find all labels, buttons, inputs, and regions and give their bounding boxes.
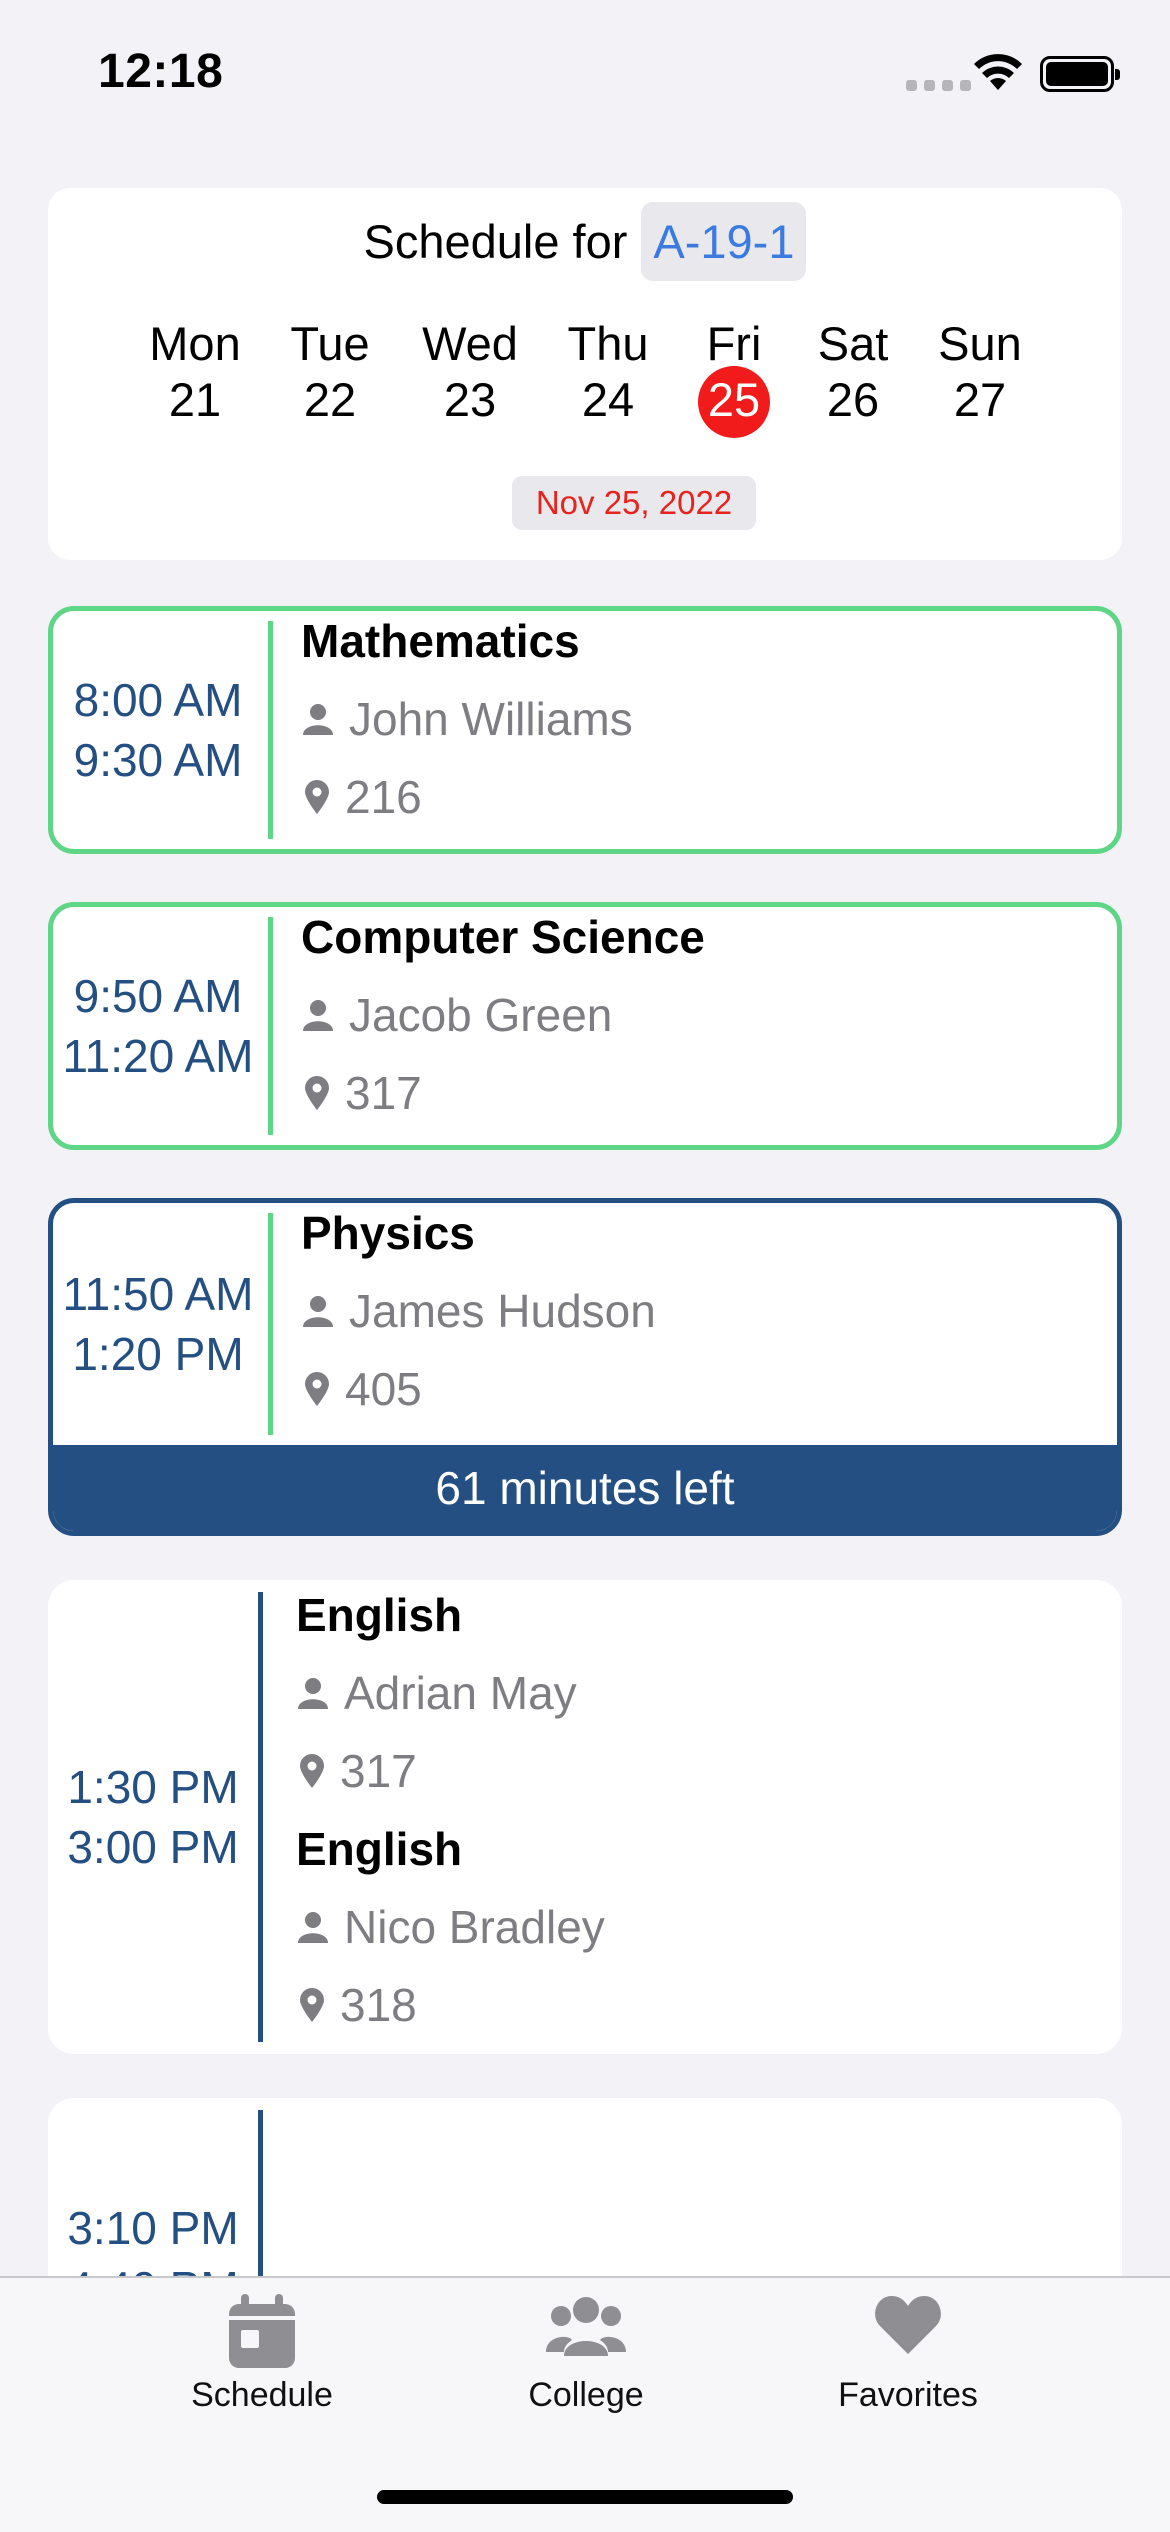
- wifi-icon: [972, 52, 1024, 97]
- day-2[interactable]: Wed 23: [410, 188, 530, 428]
- tab-schedule[interactable]: Schedule: [142, 2278, 382, 2438]
- day-name: Mon: [149, 317, 241, 370]
- lesson-room: 317: [298, 1744, 417, 1798]
- day-number: 26: [826, 373, 880, 426]
- lesson-start-time: 9:50 AM: [73, 970, 243, 1022]
- day-number: 24: [581, 373, 635, 426]
- day-5[interactable]: Sat 26: [793, 188, 913, 428]
- lesson-times: 8:00 AM 9:30 AM: [53, 670, 263, 790]
- lesson-end-time: 11:20 AM: [62, 1030, 254, 1082]
- lesson-end-time: 1:20 PM: [72, 1328, 244, 1380]
- location-pin-icon: [303, 1371, 331, 1407]
- room-number: 318: [340, 1979, 417, 2031]
- tab-favorites[interactable]: Favorites: [788, 2278, 1028, 2438]
- lesson-divider: [268, 917, 273, 1135]
- lesson-room: 216: [303, 770, 422, 824]
- teacher-name: James Hudson: [349, 1285, 656, 1337]
- teacher-name: Jacob Green: [349, 989, 613, 1041]
- lesson-teacher: Adrian May: [296, 1666, 577, 1720]
- lesson-teacher: Jacob Green: [301, 988, 612, 1042]
- lesson-start-time: 3:10 PM: [67, 2202, 239, 2254]
- lesson-divider: [258, 1592, 263, 2042]
- lesson-room: 318: [298, 1978, 417, 2032]
- day-name: Thu: [567, 317, 649, 370]
- time-left-banner: 61 minutes left: [53, 1445, 1117, 1531]
- day-number: 23: [443, 373, 497, 426]
- lesson-divider: [268, 621, 273, 839]
- calendar-icon: [227, 2294, 297, 2375]
- location-pin-icon: [303, 1075, 331, 1111]
- person-icon: [301, 1294, 335, 1328]
- tab-college-label: College: [528, 2376, 644, 2414]
- location-pin-icon: [303, 779, 331, 815]
- lesson-times: 1:30 PM 3:00 PM: [48, 1757, 258, 1877]
- battery-icon: [1040, 56, 1120, 92]
- teacher-name: John Williams: [349, 693, 633, 745]
- tab-favorites-label: Favorites: [838, 2376, 978, 2414]
- lesson-card[interactable]: 1:30 PM 3:00 PM English Adrian May 317 Englis…: [48, 1580, 1122, 2054]
- lesson-start-time: 1:30 PM: [67, 1761, 239, 1813]
- lesson-card[interactable]: 9:50 AM 11:20 AM Computer Science Jacob Gre…: [48, 902, 1122, 1150]
- lesson-room: 317: [303, 1066, 422, 1120]
- day-number: 25: [707, 373, 761, 426]
- signal-icon: [906, 80, 971, 91]
- tab-schedule-label: Schedule: [191, 2376, 333, 2414]
- day-number: 21: [168, 373, 222, 426]
- day-number: 27: [953, 373, 1007, 426]
- room-number: 317: [340, 1745, 417, 1797]
- location-pin-icon: [298, 1753, 326, 1789]
- lesson-subject: English: [296, 1589, 463, 1641]
- day-0[interactable]: Mon 21: [135, 188, 255, 428]
- lesson-end-time: 3:00 PM: [67, 1821, 239, 1873]
- day-1[interactable]: Tue 22: [270, 188, 390, 428]
- day-6[interactable]: Sun 27: [920, 188, 1040, 428]
- lesson-room: 405: [303, 1362, 422, 1416]
- lesson-times: 9:50 AM 11:20 AM: [53, 966, 263, 1086]
- lesson-divider: [268, 1213, 273, 1435]
- room-number: 317: [345, 1067, 422, 1119]
- lesson-times: 11:50 AM 1:20 PM: [53, 1264, 263, 1384]
- day-name: Tue: [290, 317, 370, 370]
- lesson-teacher: James Hudson: [301, 1284, 656, 1338]
- day-name: Sat: [817, 317, 889, 370]
- home-indicator[interactable]: [377, 2490, 793, 2504]
- person-icon: [301, 998, 335, 1032]
- tab-college[interactable]: College: [466, 2278, 706, 2438]
- lesson-card[interactable]: 11:50 AM 1:20 PM Physics James Hudson 405 61 …: [48, 1198, 1122, 1536]
- lesson-end-time: 9:30 AM: [73, 734, 243, 786]
- lesson-subject: Mathematics: [301, 615, 580, 667]
- location-pin-icon: [298, 1987, 326, 2023]
- person-icon: [296, 1910, 330, 1944]
- lesson-teacher: Nico Bradley: [296, 1900, 605, 1954]
- heart-icon: [874, 2294, 942, 2361]
- day-name: Sun: [938, 317, 1022, 370]
- room-number: 216: [345, 771, 422, 823]
- people-icon: [546, 2294, 626, 2365]
- teacher-name: Nico Bradley: [344, 1901, 605, 1953]
- person-icon: [301, 702, 335, 736]
- lesson-start-time: 8:00 AM: [73, 674, 243, 726]
- teacher-name: Adrian May: [344, 1667, 577, 1719]
- lesson-card[interactable]: 8:00 AM 9:30 AM Mathematics John Williams 21…: [48, 606, 1122, 854]
- lesson-teacher: John Williams: [301, 692, 633, 746]
- status-bar: 12:18: [0, 0, 1170, 140]
- selected-date[interactable]: Nov 25, 2022: [512, 476, 756, 530]
- room-number: 405: [345, 1363, 422, 1415]
- lesson-subject: English: [296, 1823, 463, 1875]
- day-name: Wed: [422, 317, 518, 370]
- lesson-subject: Physics: [301, 1207, 475, 1259]
- lesson-subject: Computer Science: [301, 911, 705, 963]
- person-icon: [296, 1676, 330, 1710]
- day-4[interactable]: Fri 25: [674, 188, 794, 438]
- lesson-start-time: 11:50 AM: [62, 1268, 254, 1320]
- day-name: Fri: [706, 317, 762, 370]
- day-3[interactable]: Thu 24: [548, 188, 668, 428]
- status-time: 12:18: [98, 45, 224, 98]
- day-number: 22: [303, 373, 357, 426]
- week-header: Schedule for A-19-1 Mon 21 Tue 22 Wed 23 Thu 24…: [48, 188, 1122, 560]
